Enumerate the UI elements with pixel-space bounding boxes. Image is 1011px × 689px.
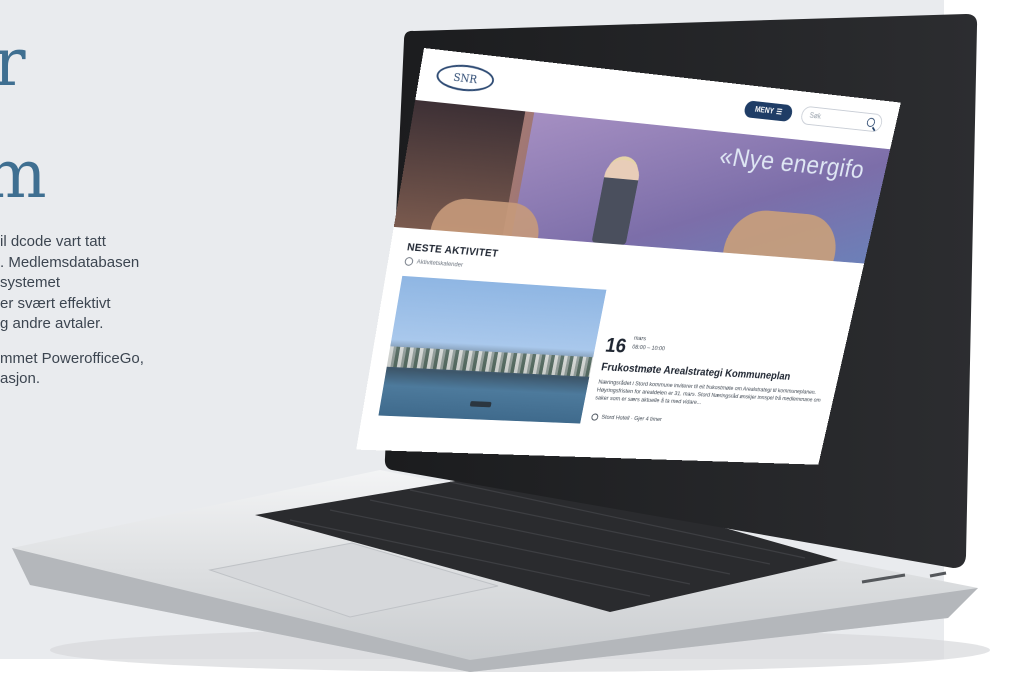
laptop-screen: SNR MENY☰ Søk «Nye energifo NESTE AKTIVI…	[356, 48, 901, 465]
hamburger-icon: ☰	[775, 107, 783, 117]
event-photo[interactable]	[378, 275, 607, 424]
event-month: mars	[633, 335, 647, 343]
event-day: 16	[603, 333, 629, 358]
section-subtitle-label: Aktivitetskalender	[416, 258, 464, 269]
site-logo[interactable]: SNR	[434, 61, 497, 94]
search-input[interactable]: Søk	[799, 105, 884, 133]
search-icon	[866, 117, 876, 128]
event-description: Næringsrådet i Stord kommune inviterer t…	[594, 379, 822, 406]
boat	[469, 401, 492, 408]
menu-button-label: MENY	[754, 105, 775, 116]
event-location-label: Stord Hotell · Gjer 4 timer	[600, 414, 663, 424]
search-placeholder: Søk	[808, 111, 822, 121]
menu-button[interactable]: MENY☰	[743, 100, 794, 123]
event-location: Stord Hotell · Gjer 4 timer	[590, 413, 663, 424]
town-skyline	[386, 346, 594, 377]
laptop-port	[929, 571, 947, 578]
section-subtitle[interactable]: Aktivitetskalender	[404, 256, 464, 270]
calendar-icon	[404, 256, 414, 267]
event-time: 08:00 – 10:00	[631, 344, 666, 353]
location-icon	[590, 413, 599, 421]
